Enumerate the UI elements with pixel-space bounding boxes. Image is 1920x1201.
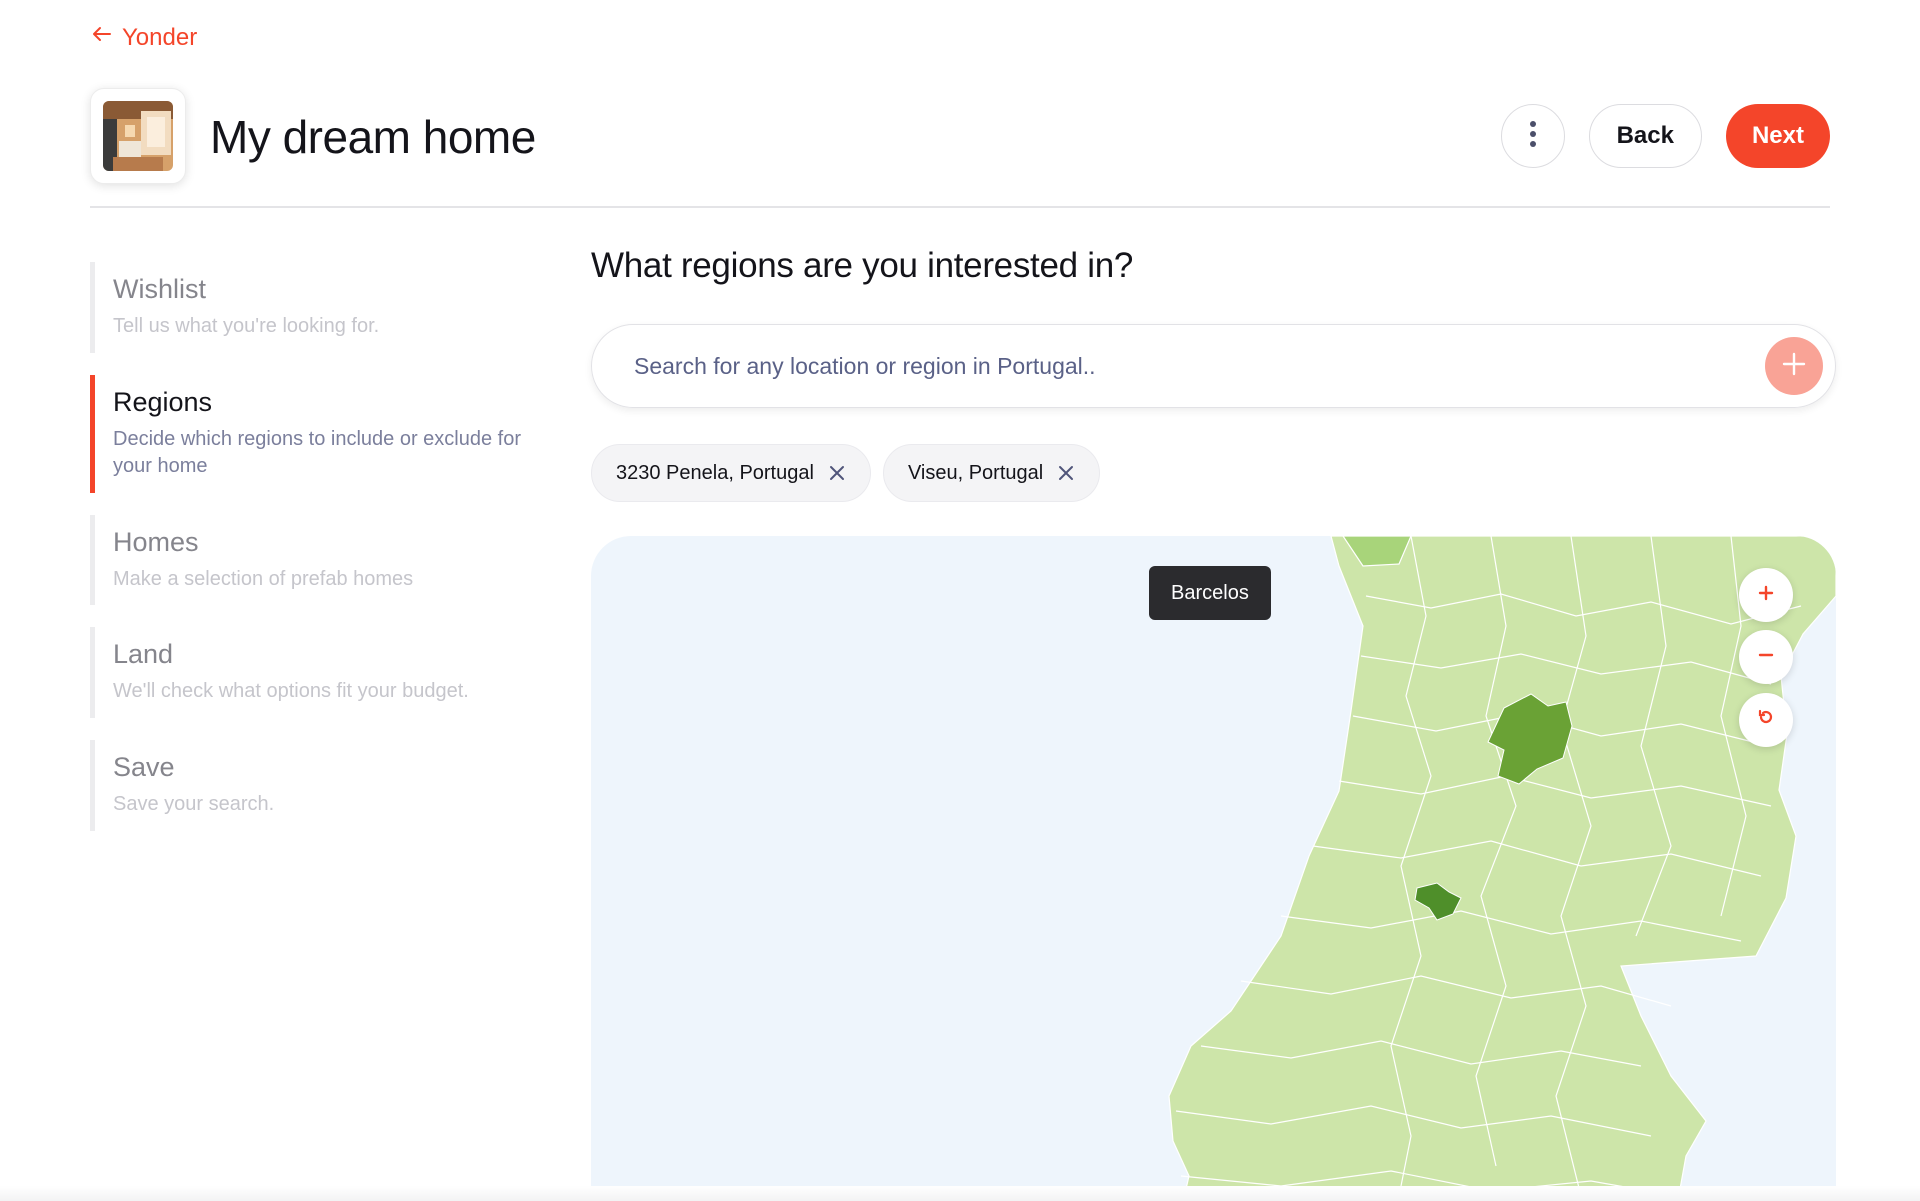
location-chip: Viseu, Portugal	[882, 444, 1101, 502]
step-regions[interactable]: Regions Decide which regions to include …	[90, 374, 540, 493]
reset-icon	[1757, 709, 1775, 732]
zoom-in-button[interactable]	[1739, 568, 1793, 622]
more-options-button[interactable]	[1500, 104, 1565, 168]
step-description: Tell us what you're looking for.	[113, 315, 380, 337]
step-wishlist[interactable]: Wishlist Tell us what you're looking for…	[90, 262, 540, 353]
step-title: Save	[113, 751, 175, 782]
chip-label: Viseu, Portugal	[907, 461, 1044, 484]
more-vertical-icon	[1529, 120, 1537, 153]
back-to-yonder-link[interactable]: Yonder	[90, 22, 197, 53]
search-input[interactable]	[634, 352, 1684, 380]
step-title: Homes	[113, 526, 199, 557]
arrow-left-icon	[90, 22, 114, 53]
back-button[interactable]: Back	[1588, 104, 1702, 168]
regions-panel: What regions are you interested in? 3230…	[591, 246, 1836, 502]
close-icon[interactable]	[1057, 464, 1075, 482]
chip-label: 3230 Penela, Portugal	[616, 461, 814, 484]
add-location-button[interactable]	[1765, 337, 1823, 395]
step-homes[interactable]: Homes Make a selection of prefab homes	[90, 514, 540, 606]
step-title: Wishlist	[113, 274, 206, 304]
reset-view-button[interactable]	[1739, 693, 1793, 747]
section-question: What regions are you interested in?	[591, 246, 1134, 285]
minus-icon	[1758, 647, 1774, 668]
step-description: We'll check what options fit your budget…	[113, 680, 469, 703]
plus-icon	[1758, 585, 1774, 606]
next-button[interactable]: Next	[1725, 104, 1830, 168]
step-save[interactable]: Save Save your search.	[90, 739, 540, 831]
location-chip: 3230 Penela, Portugal	[591, 444, 871, 502]
step-navigation: Wishlist Tell us what you're looking for…	[90, 262, 540, 853]
step-description: Decide which regions to include or exclu…	[113, 427, 521, 478]
header-actions: Back Next	[1500, 104, 1830, 168]
step-title: Regions	[113, 386, 213, 417]
map-tooltip: Barcelos	[1149, 566, 1271, 620]
location-search	[591, 324, 1836, 408]
back-link-label: Yonder	[122, 23, 198, 51]
portugal-map[interactable]	[591, 536, 1836, 1201]
page-header: My dream home Back Next	[90, 88, 1830, 208]
step-title: Land	[113, 639, 174, 670]
region-map[interactable]: Barcelos	[591, 536, 1836, 1201]
zoom-out-button[interactable]	[1739, 630, 1793, 684]
plus-icon	[1781, 351, 1807, 382]
bottom-fade	[0, 1186, 1920, 1201]
home-thumbnail	[90, 88, 186, 184]
selected-locations: 3230 Penela, Portugal Viseu, Portugal	[591, 444, 1836, 502]
step-description: Make a selection of prefab homes	[113, 567, 414, 590]
close-icon[interactable]	[828, 464, 846, 482]
page-title: My dream home	[210, 111, 536, 163]
step-description: Save your search.	[113, 792, 275, 815]
step-land[interactable]: Land We'll check what options fit your b…	[90, 627, 540, 718]
mainland-region	[1168, 536, 1836, 1201]
